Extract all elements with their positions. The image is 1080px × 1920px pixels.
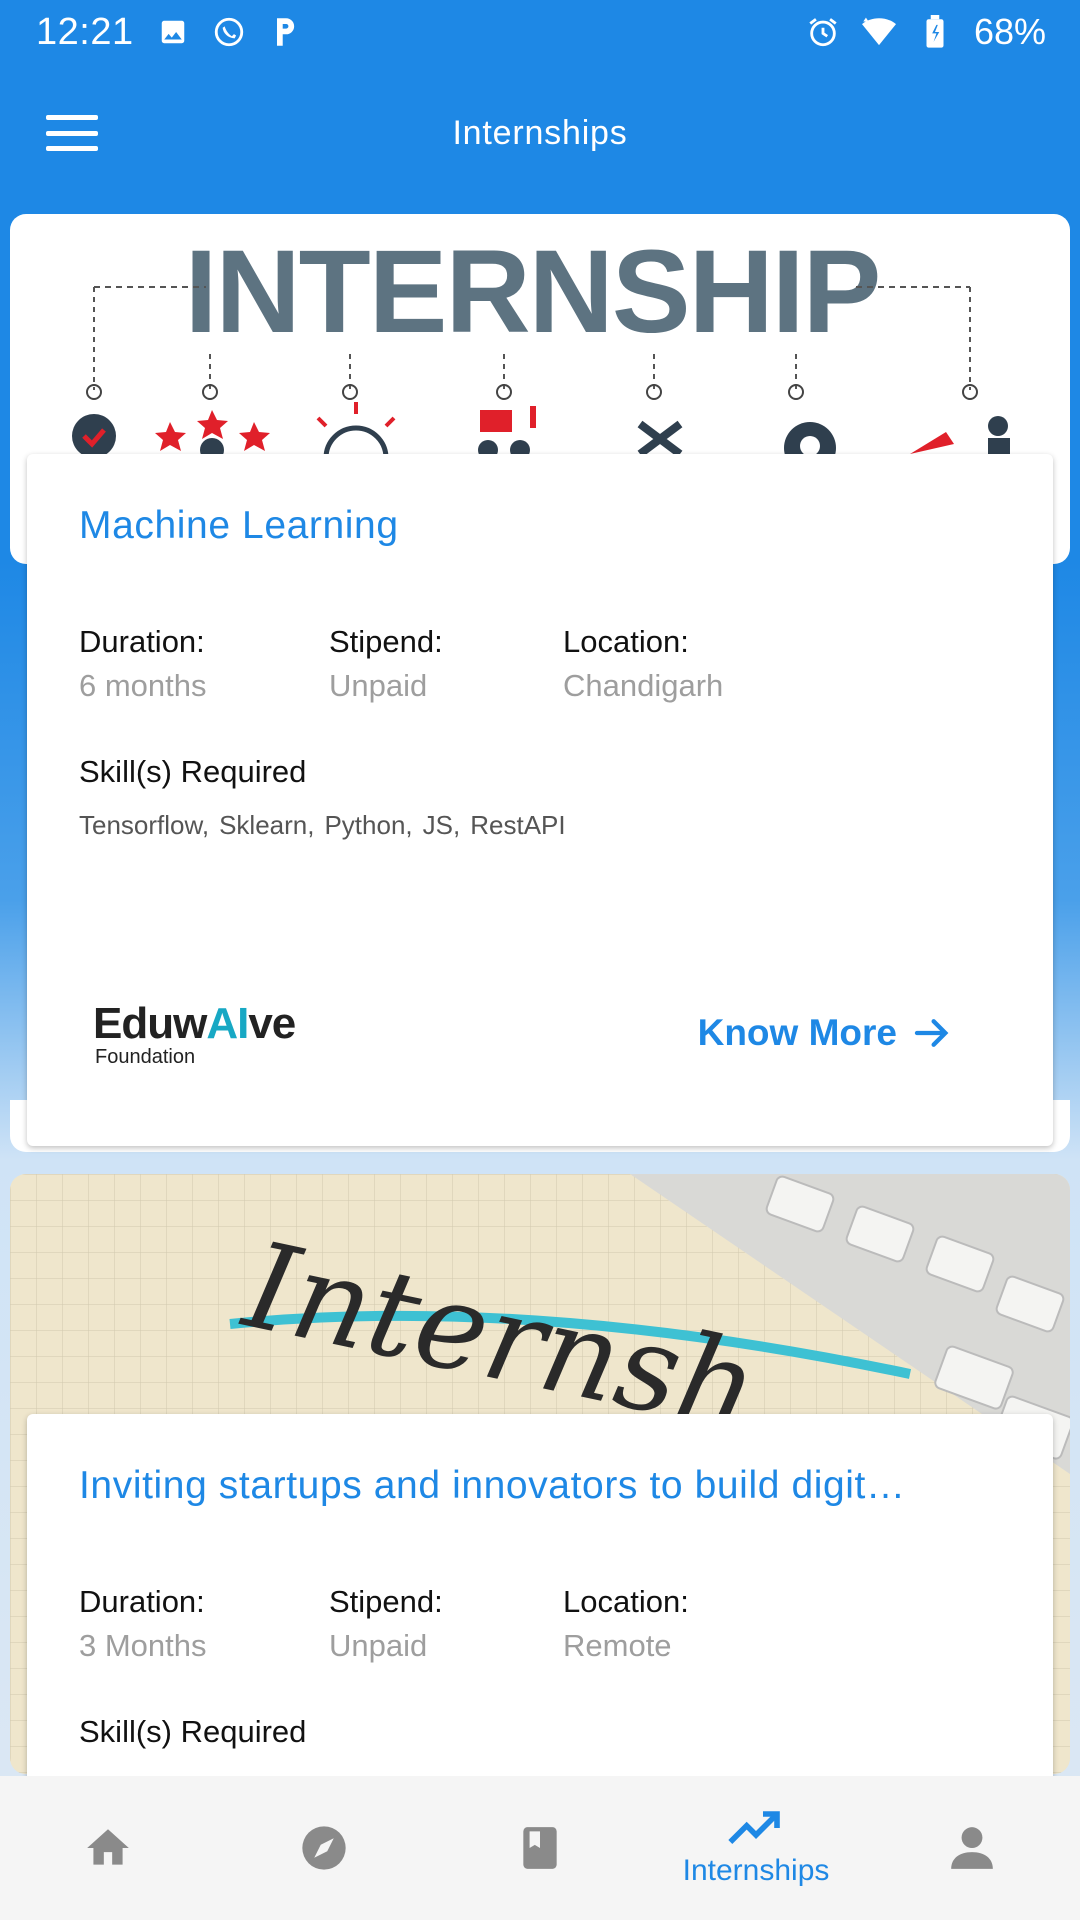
skills-list: Tensorflow Sklearn Python JS RestAPI [79,810,566,841]
person-icon [951,1827,993,1869]
paytm-icon [268,15,302,49]
duration-value: 6 months [79,668,207,703]
stipend-field: Stipend: Unpaid [329,1584,443,1664]
stipend-label: Stipend: [329,624,443,659]
arrow-right-icon [914,1019,949,1047]
book-icon [523,1827,557,1869]
nav-internships[interactable]: Internships [648,1776,864,1920]
nav-explore[interactable] [216,1776,432,1920]
location-value: Remote [563,1628,672,1663]
duration-field: Duration: 3 Months [79,1584,207,1664]
duration-label: Duration: [79,624,205,659]
skill-tag: JS [423,810,461,841]
nav-courses[interactable] [432,1776,648,1920]
status-time: 12:21 [36,10,134,53]
bottom-navigation: Internships [0,1776,1080,1920]
stipend-label: Stipend: [329,1584,443,1619]
nav-internships-label: Internships [682,1854,830,1887]
whatsapp-icon [212,15,246,49]
wifi-icon [861,15,896,49]
stipend-value: Unpaid [329,668,428,703]
status-bar: 12:21 68% [0,0,1080,64]
nav-profile[interactable] [864,1776,1080,1920]
duration-label: Duration: [79,1584,205,1619]
location-label: Location: [563,624,689,659]
skill-tag: Tensorflow [79,810,209,841]
compass-icon [302,1826,346,1870]
internship-title[interactable]: Inviting startups and innovators to buil… [79,1464,1009,1508]
location-value: Chandigarh [563,668,724,703]
skills-heading: Skill(s) Required [79,1714,307,1749]
organization-logo-subtitle: Foundation [95,1046,196,1068]
battery-percent: 68% [973,11,1046,52]
stipend-field: Stipend: Unpaid [329,624,443,704]
location-label: Location: [563,1584,689,1619]
know-more-label: Know More [697,1012,897,1053]
page-title: Internships [452,113,628,152]
skills-heading: Skill(s) Required [79,754,307,789]
skill-tag: RestAPI [470,810,566,840]
duration-value: 3 Months [79,1628,207,1663]
status-left: 12:21 [36,11,302,54]
banner-text: INTERNSHIP [185,226,880,358]
location-field: Location: Remote [563,1584,689,1664]
menu-button[interactable] [46,115,98,151]
stipend-value: Unpaid [329,1628,428,1663]
know-more-button[interactable]: Know More [698,1012,953,1054]
nav-home[interactable] [0,1776,216,1920]
alarm-icon [806,15,840,49]
skill-tag: Sklearn [219,810,314,841]
menu-icon [46,115,98,120]
internship-title[interactable]: Machine Learning [79,504,1009,548]
trending-up-icon [728,1811,780,1844]
location-field: Location: Chandigarh [563,624,723,704]
battery-icon [918,15,952,49]
skill-tag: Python [324,810,412,841]
internship-card-2[interactable]: Inviting startups and innovators to buil… [27,1414,1053,1814]
image-notification-icon [156,15,190,49]
status-right: 68% [806,11,1046,53]
internship-card[interactable]: Machine Learning Duration: 6 months Stip… [27,454,1053,1146]
duration-field: Duration: 6 months [79,624,207,704]
organization-logo: EduwAIve Foundation [93,1002,303,1072]
app-bar: Internships [0,64,1080,202]
home-icon [87,1829,129,1865]
